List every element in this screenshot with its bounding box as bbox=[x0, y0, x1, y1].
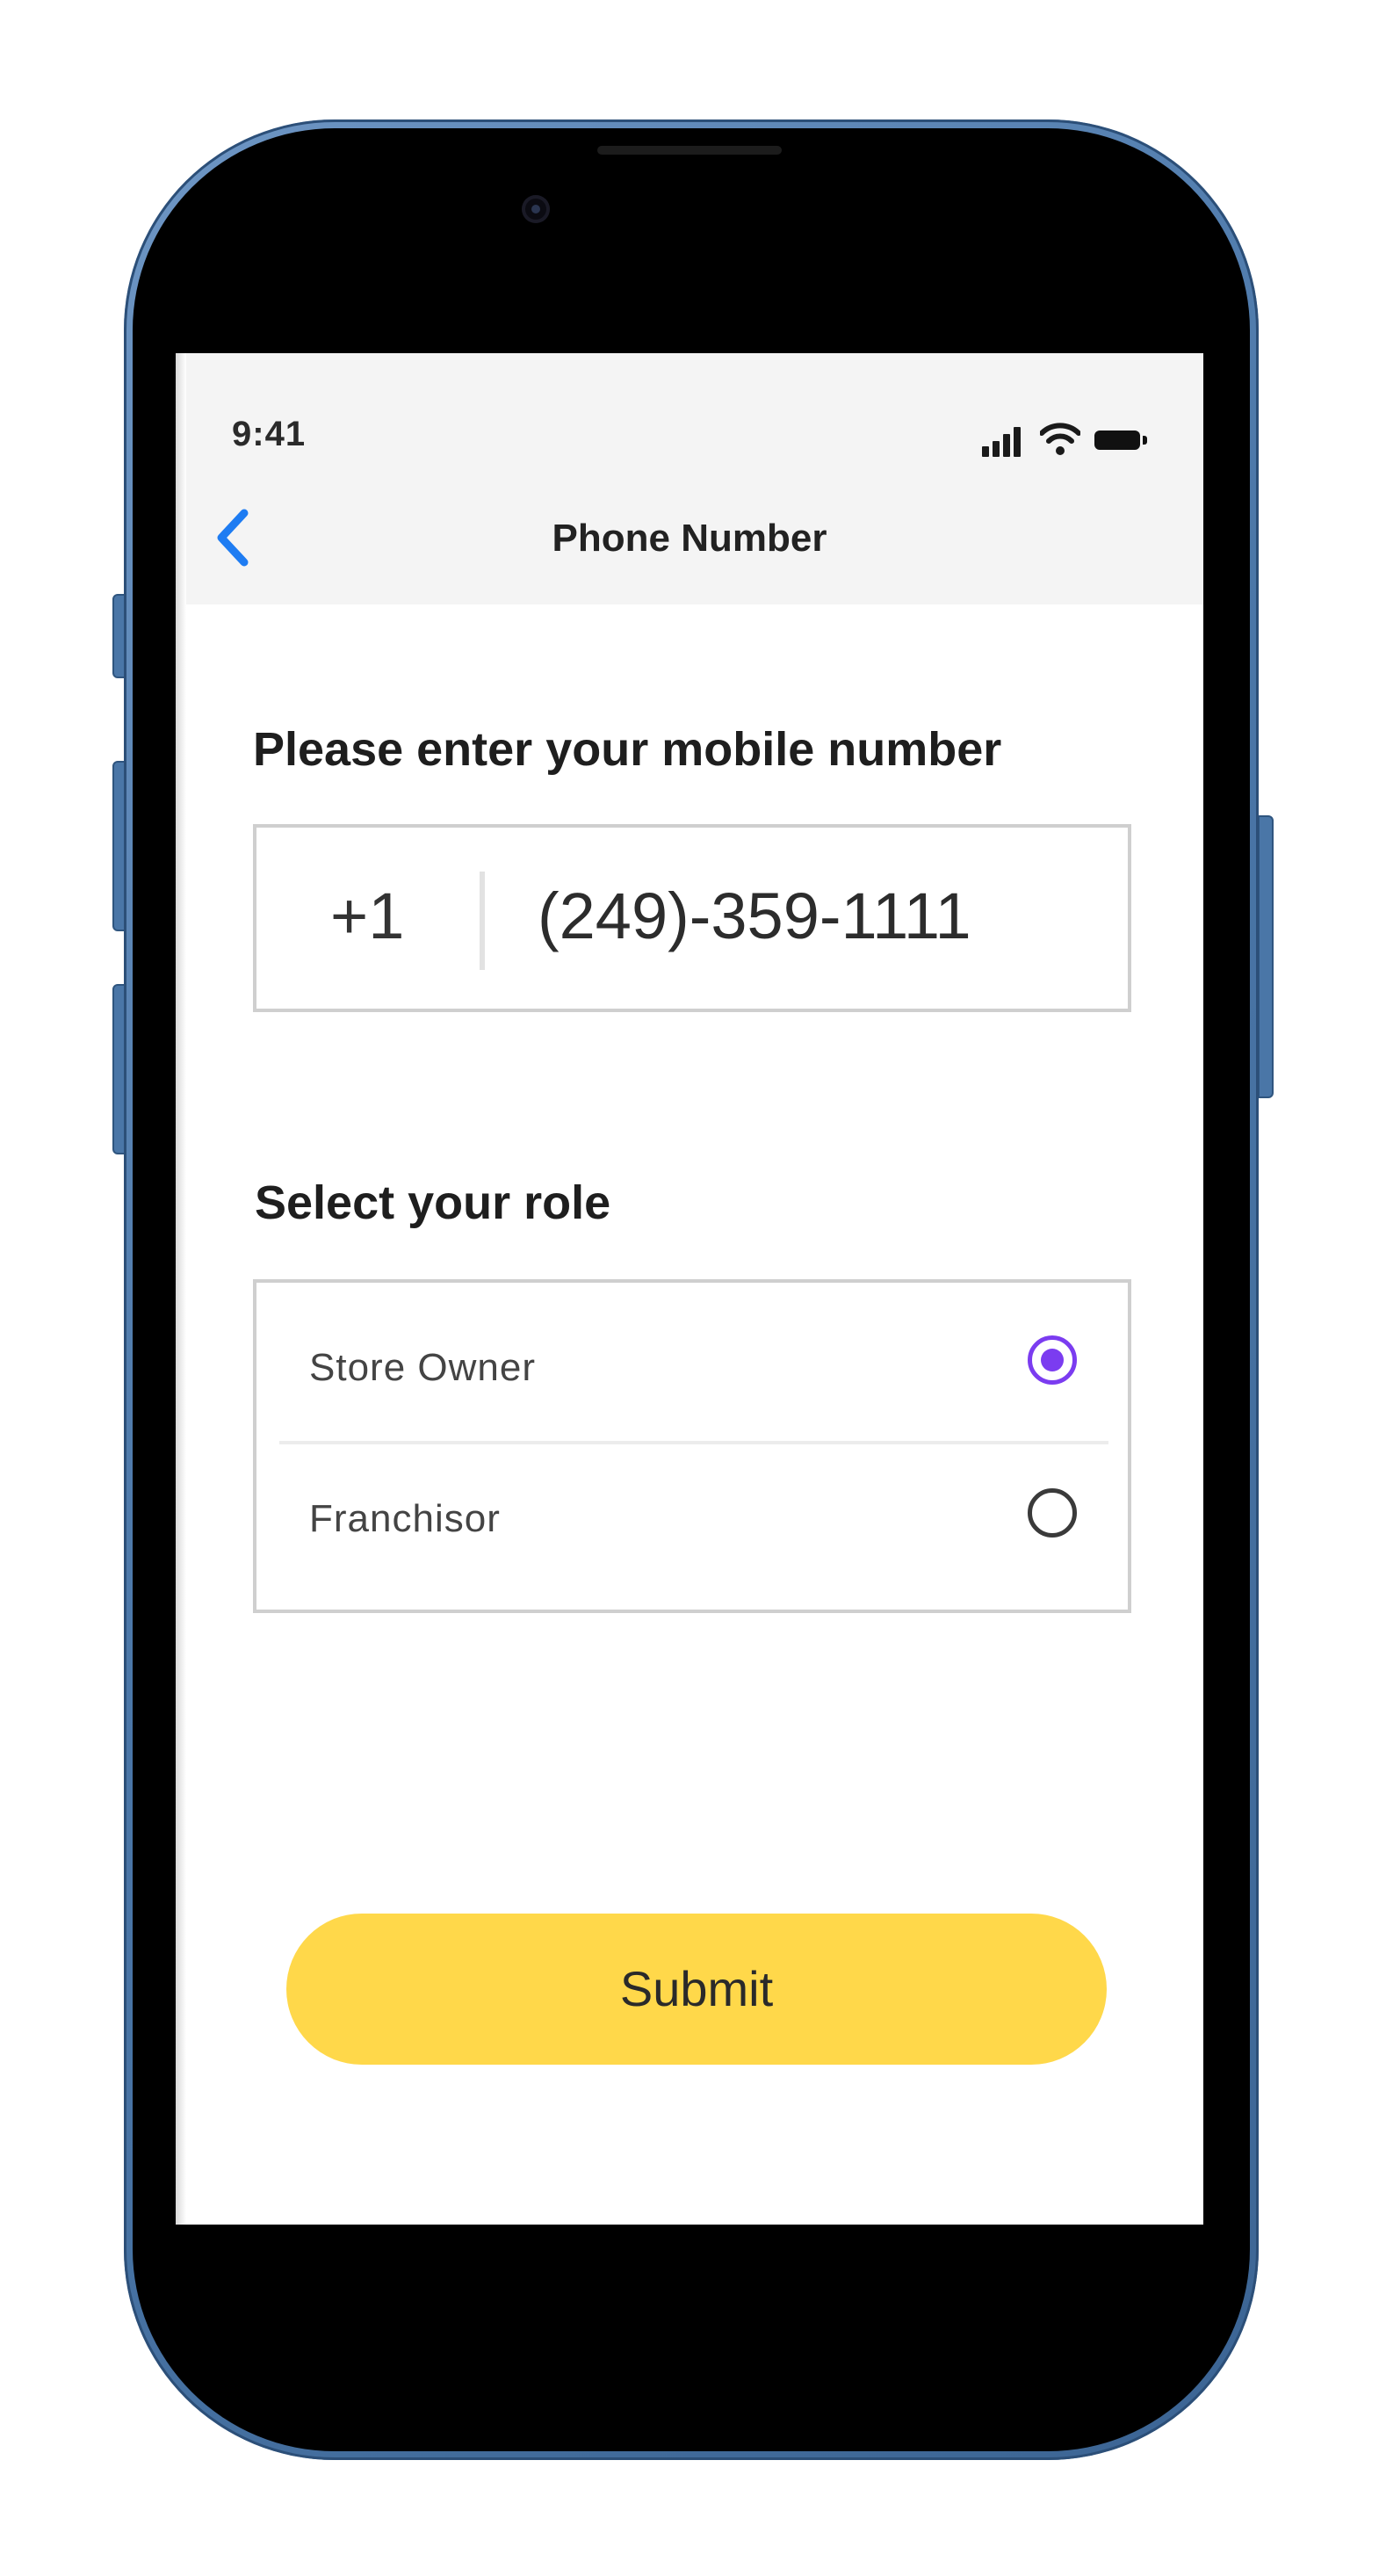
role-option-label: Franchisor bbox=[309, 1497, 501, 1540]
role-option-label: Store Owner bbox=[309, 1346, 536, 1389]
front-camera-icon bbox=[522, 195, 550, 223]
phone-input-group: +1 (249)-359-1111 bbox=[253, 824, 1131, 1012]
role-options-list: Store Owner Franchisor bbox=[253, 1279, 1131, 1613]
status-icons bbox=[982, 422, 1166, 457]
top-bar bbox=[176, 353, 1203, 604]
submit-button[interactable]: Submit bbox=[286, 1914, 1107, 2065]
radio-unselected-icon[interactable] bbox=[1028, 1488, 1077, 1538]
power-button bbox=[1258, 815, 1274, 1098]
role-option-store-owner[interactable]: Store Owner bbox=[256, 1283, 1128, 1437]
status-time: 9:41 bbox=[232, 415, 307, 453]
input-divider bbox=[480, 872, 485, 970]
phone-number-input[interactable]: (249)-359-1111 bbox=[538, 879, 971, 953]
phone-section-title: Please enter your mobile number bbox=[253, 723, 1002, 776]
app-screen: 9:41 Phone Number Please enter your mobi… bbox=[176, 353, 1203, 2225]
radio-selected-icon[interactable] bbox=[1028, 1335, 1077, 1385]
cellular-signal-icon bbox=[982, 422, 1026, 457]
country-code-selector[interactable]: +1 bbox=[330, 879, 404, 953]
role-section-title: Select your role bbox=[255, 1176, 611, 1229]
speaker-grille bbox=[597, 146, 782, 155]
battery-icon bbox=[1094, 431, 1147, 450]
role-option-franchisor[interactable]: Franchisor bbox=[256, 1444, 1128, 1599]
screen-edge bbox=[176, 353, 186, 2225]
wifi-icon bbox=[1040, 423, 1080, 455]
page-title: Phone Number bbox=[552, 517, 827, 560]
